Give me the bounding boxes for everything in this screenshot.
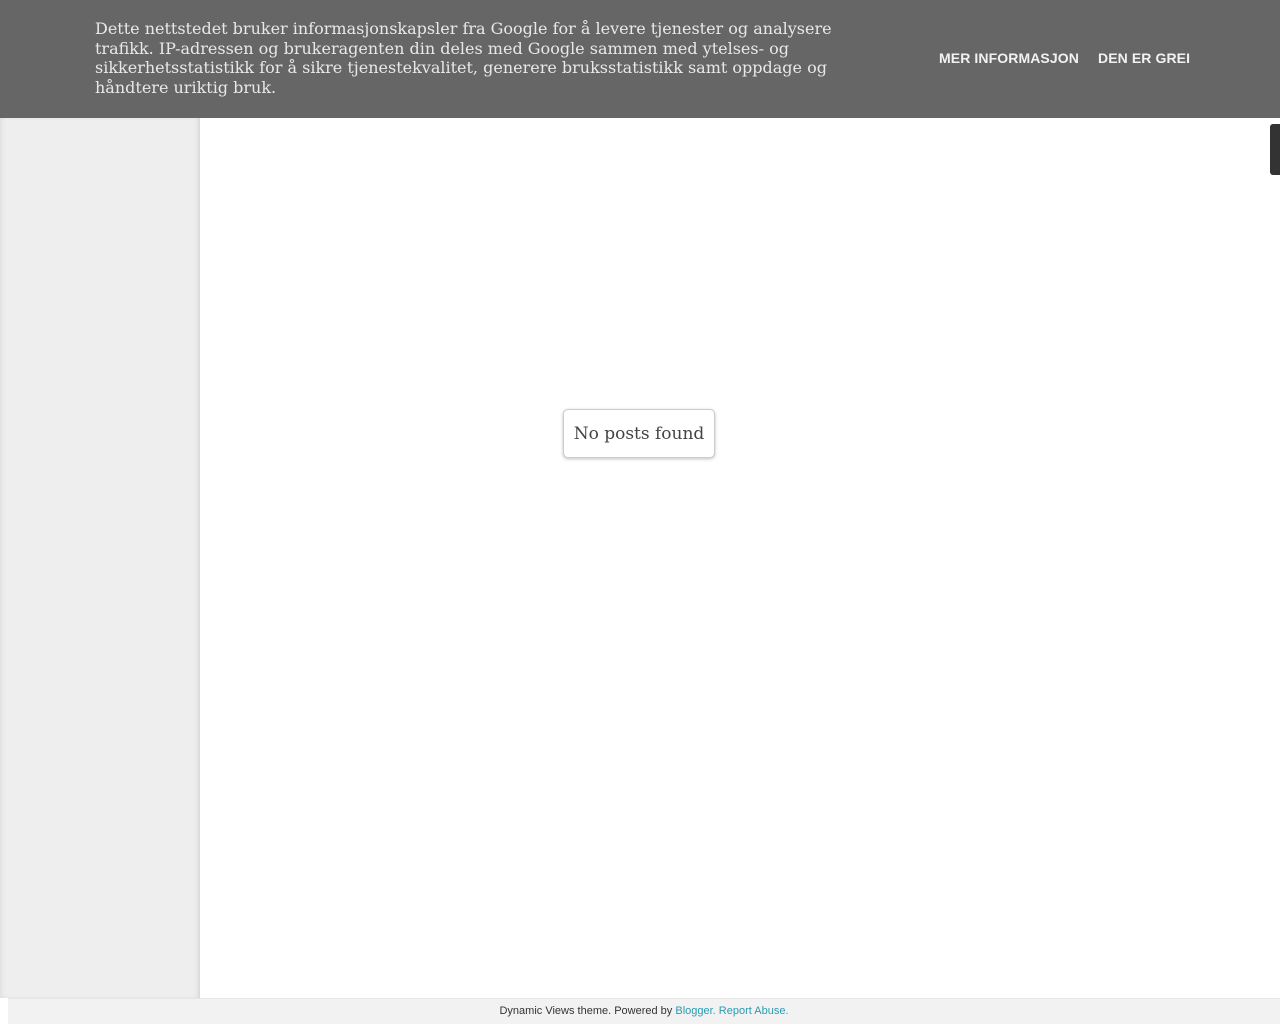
footer-prefix: Dynamic Views theme. Powered by — [499, 1005, 676, 1017]
report-abuse-link[interactable]: Report Abuse — [719, 1005, 786, 1017]
side-panel-toggle[interactable] — [1270, 124, 1280, 175]
accept-cookies-button[interactable]: DEN ER GREI — [1098, 50, 1190, 66]
empty-state-message: No posts found — [563, 409, 715, 458]
main-content — [200, 118, 1280, 998]
cookie-message: Dette nettstedet bruker informasjonskaps… — [95, 19, 832, 98]
footer-suffix: . — [785, 1005, 789, 1017]
sidebar-panel — [0, 118, 199, 998]
more-info-button[interactable]: MER INFORMASJON — [939, 50, 1079, 66]
cookie-consent-banner: Dette nettstedet bruker informasjonskaps… — [0, 0, 1280, 118]
page-footer: Dynamic Views theme. Powered by Blogger.… — [8, 998, 1280, 1024]
blogger-link[interactable]: Blogger — [675, 1005, 712, 1017]
